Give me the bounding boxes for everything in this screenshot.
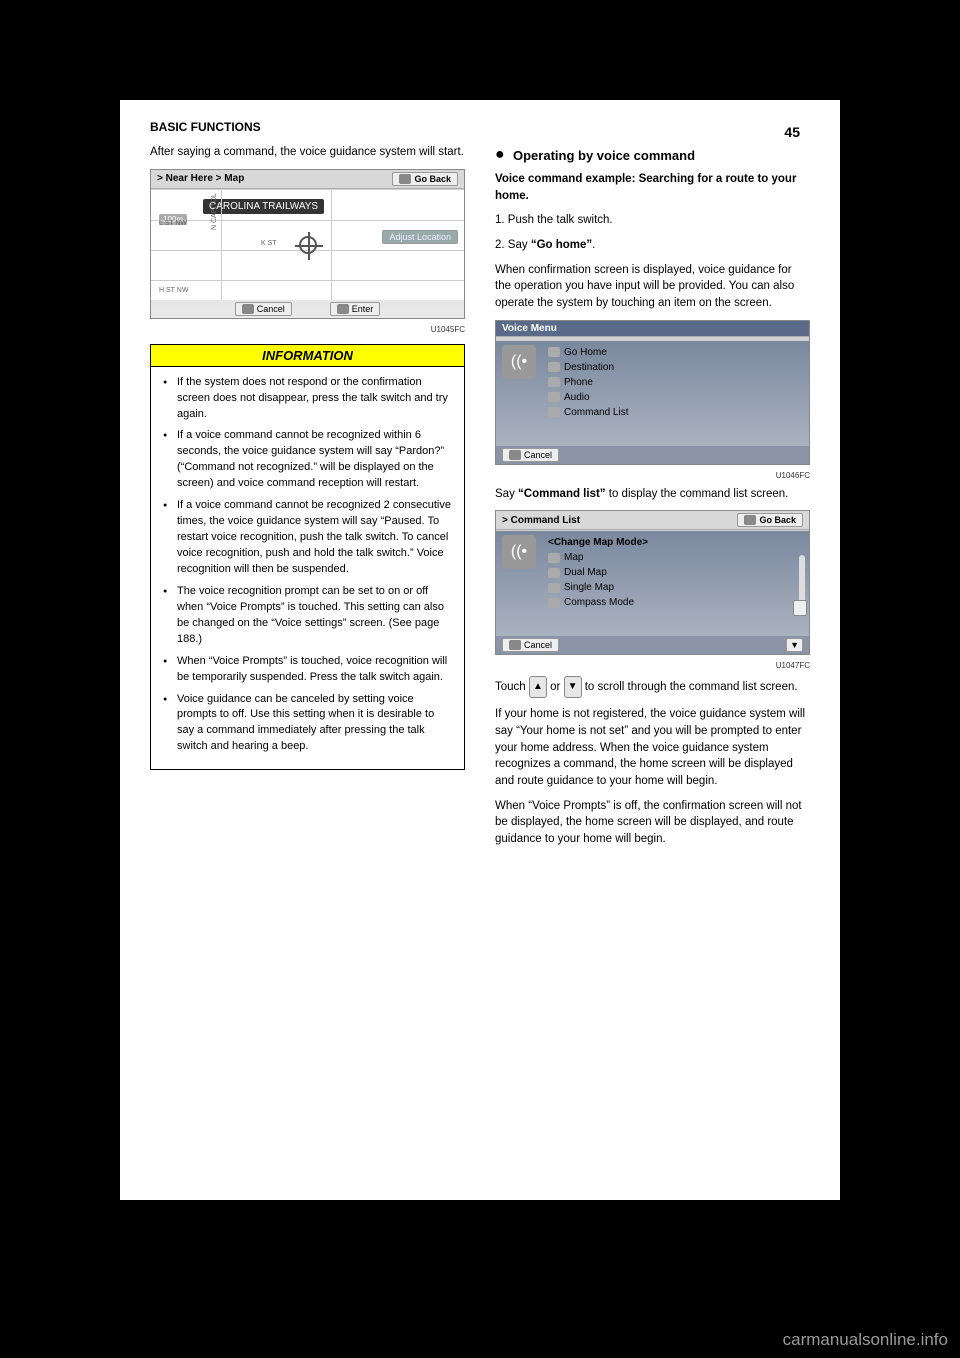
home-not-set-paragraph: If your home is not registered, the voic… bbox=[495, 706, 810, 789]
road-label: L ST NW bbox=[159, 220, 187, 227]
road-label: H ST NW bbox=[159, 287, 188, 294]
voice-menu-item[interactable]: Command List bbox=[548, 405, 803, 420]
talk-icon bbox=[548, 568, 560, 578]
talk-icon bbox=[337, 304, 349, 314]
image-code: U1047FC bbox=[495, 661, 810, 670]
command-list-titlebar: > Command List Go Back bbox=[496, 511, 809, 530]
confirmation-paragraph: When confirmation screen is displayed, v… bbox=[495, 262, 810, 312]
manual-page: BASIC FUNCTIONS 45 After saying a comman… bbox=[120, 100, 840, 1200]
cancel-button[interactable]: Cancel bbox=[502, 638, 559, 652]
talk-icon bbox=[548, 362, 560, 372]
voice-menu-titlebar: Voice Menu bbox=[496, 321, 809, 337]
info-item: If the system does not respond or the co… bbox=[163, 375, 452, 423]
talk-icon bbox=[548, 598, 560, 608]
cancel-button[interactable]: Cancel bbox=[502, 448, 559, 462]
voice-menu-item[interactable]: Destination bbox=[548, 360, 803, 375]
step-1: 1. Push the talk switch. bbox=[495, 212, 810, 229]
talk-icon bbox=[548, 583, 560, 593]
go-back-button[interactable]: Go Back bbox=[737, 513, 803, 527]
voice-prompts-off-paragraph: When “Voice Prompts” is off, the confirm… bbox=[495, 798, 810, 848]
watermark-text: carmanualsonline.info bbox=[783, 1330, 948, 1350]
voice-menu-list: Go Home Destination Phone Audio Command … bbox=[548, 345, 803, 420]
map-area[interactable]: 100m CAROLINA TRAILWAYS L ST NW H ST NW … bbox=[151, 190, 464, 300]
step-2: 2. Say “Go home”. bbox=[495, 237, 810, 254]
page-number: 45 bbox=[784, 124, 800, 140]
screenshot-voice-menu: Voice Menu ((• Go Home Destination Phone… bbox=[495, 320, 810, 465]
touch-scroll-paragraph: Touch ▲ or ▼ to scroll through the comma… bbox=[495, 676, 810, 698]
command-list-title: > Command List bbox=[502, 515, 580, 526]
talk-icon bbox=[744, 515, 756, 525]
talk-icon bbox=[509, 450, 521, 460]
info-item: Voice guidance can be canceled by settin… bbox=[163, 692, 452, 756]
voice-menu-item[interactable]: Phone bbox=[548, 375, 803, 390]
info-item: If a voice command cannot be recognized … bbox=[163, 428, 452, 492]
cancel-button[interactable]: Cancel bbox=[235, 302, 292, 316]
scroll-down-button[interactable]: ▼ bbox=[786, 638, 803, 652]
voice-menu-item[interactable]: Audio bbox=[548, 390, 803, 405]
talk-icon bbox=[548, 407, 560, 417]
talk-icon bbox=[548, 347, 560, 357]
command-list-item[interactable]: Single Map bbox=[548, 580, 803, 595]
information-heading: INFORMATION bbox=[151, 345, 464, 367]
scroll-up-icon[interactable]: ▲ bbox=[529, 676, 547, 698]
go-back-button[interactable]: Go Back bbox=[392, 172, 458, 186]
command-list-item[interactable]: Dual Map bbox=[548, 565, 803, 580]
screenshot1-titlebar: > Near Here > Map Go Back bbox=[151, 170, 464, 189]
image-code: U1045FC bbox=[150, 325, 465, 334]
info-item: If a voice command cannot be recognized … bbox=[163, 498, 452, 578]
information-box: INFORMATION If the system does not respo… bbox=[150, 344, 465, 771]
screenshot1-title: > Near Here > Map bbox=[157, 173, 244, 184]
scroll-down-icon[interactable]: ▼ bbox=[564, 676, 582, 698]
section-header: BASIC FUNCTIONS bbox=[150, 120, 810, 134]
say-command-list: Say “Command list” to display the comman… bbox=[495, 486, 810, 503]
command-group-label: <Change Map Mode> bbox=[548, 535, 803, 550]
screenshot-near-here-map: > Near Here > Map Go Back 100m CAROLINA … bbox=[150, 169, 465, 319]
talk-icon bbox=[242, 304, 254, 314]
voice-menu-title: Voice Menu bbox=[502, 323, 557, 334]
enter-button[interactable]: Enter bbox=[330, 302, 381, 316]
road-label: N CAPITOL bbox=[211, 193, 218, 230]
voice-menu-item[interactable]: Go Home bbox=[548, 345, 803, 360]
map-crosshair-icon bbox=[299, 236, 317, 254]
talk-icon bbox=[548, 392, 560, 402]
info-item: The voice recognition prompt can be set … bbox=[163, 584, 452, 648]
talk-icon bbox=[548, 377, 560, 387]
talk-icon bbox=[548, 553, 560, 563]
talk-icon bbox=[509, 640, 521, 650]
intro-paragraph: After saying a command, the voice guidan… bbox=[150, 144, 465, 161]
example-heading: Voice command example: Searching for a r… bbox=[495, 171, 810, 204]
right-column: Operating by voice command Voice command… bbox=[495, 144, 810, 856]
talk-icon bbox=[399, 174, 411, 184]
left-column: After saying a command, the voice guidan… bbox=[150, 144, 465, 856]
command-list-item[interactable]: Map bbox=[548, 550, 803, 565]
scrollbar[interactable] bbox=[799, 555, 805, 614]
road-label: K ST bbox=[261, 240, 277, 247]
command-list-item[interactable]: Compass Mode bbox=[548, 595, 803, 610]
image-code: U1046FC bbox=[495, 471, 810, 480]
voice-wave-icon: ((• bbox=[502, 345, 536, 379]
screenshot-command-list: > Command List Go Back ((• <Change Map M… bbox=[495, 510, 810, 655]
section-bullet: Operating by voice command bbox=[495, 148, 810, 163]
command-list: <Change Map Mode> Map Dual Map Single Ma… bbox=[548, 535, 803, 610]
voice-wave-icon: ((• bbox=[502, 535, 536, 569]
info-item: When “Voice Prompts” is touched, voice r… bbox=[163, 654, 452, 686]
adjust-location-button[interactable]: Adjust Location bbox=[382, 230, 458, 244]
